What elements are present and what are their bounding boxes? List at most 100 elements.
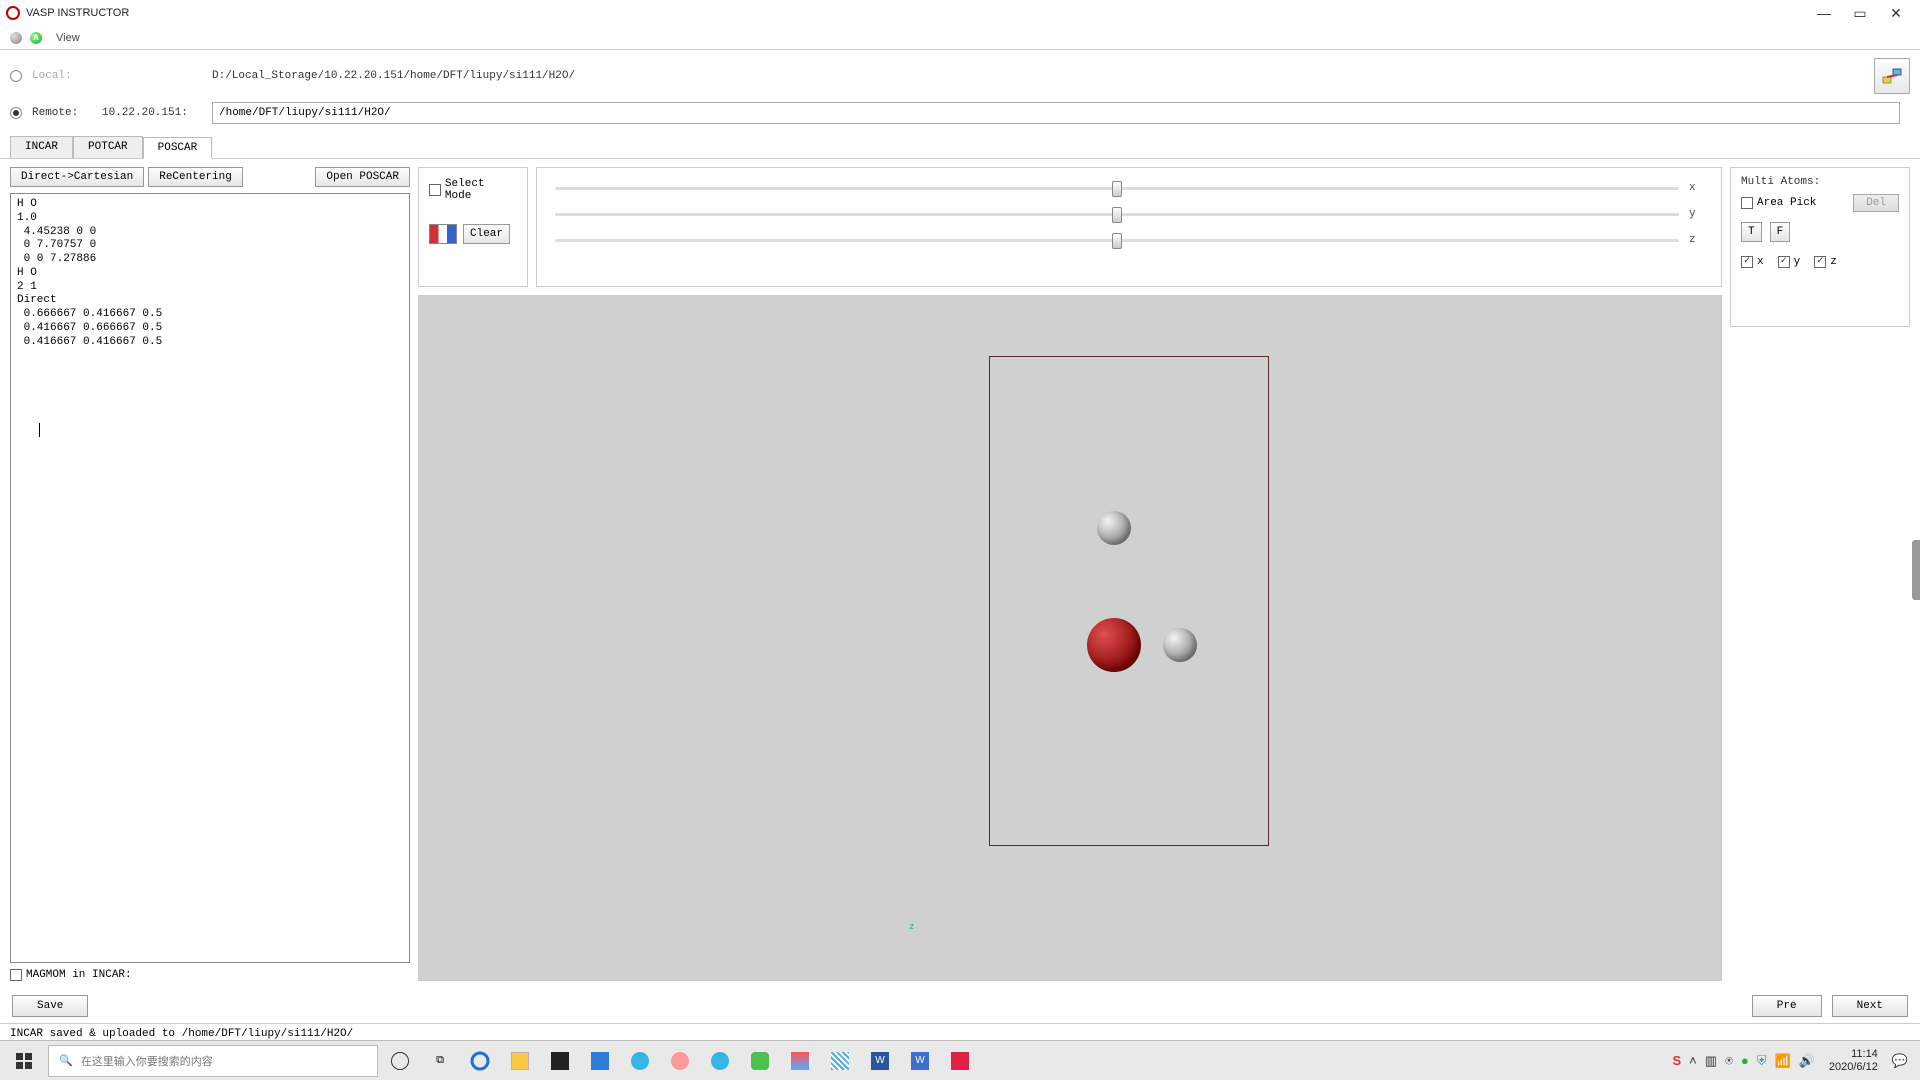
explorer-icon[interactable] xyxy=(502,1045,538,1077)
local-radio[interactable] xyxy=(10,70,22,82)
app-icon-6[interactable]: W xyxy=(902,1045,938,1077)
ime-icon[interactable]: S xyxy=(1673,1053,1682,1068)
area-pick-checkbox[interactable]: Area Pick xyxy=(1741,197,1816,209)
tab-incar[interactable]: INCAR xyxy=(10,136,73,158)
atom-h-2[interactable] xyxy=(1163,628,1197,662)
status-led-green: A xyxy=(30,32,42,44)
clock-time: 11:14 xyxy=(1829,1048,1878,1061)
checkbox-icon xyxy=(1741,197,1753,209)
save-button[interactable]: Save xyxy=(12,995,88,1017)
slider-y-row: y xyxy=(555,208,1703,220)
volume-icon[interactable]: 🔊 xyxy=(1799,1053,1815,1069)
minimize-button[interactable]: — xyxy=(1806,2,1842,24)
right-scroll-handle[interactable] xyxy=(1912,540,1920,600)
structure-viewer[interactable]: z xyxy=(418,295,1722,981)
checkbox-icon xyxy=(1741,256,1753,268)
slider-thumb-icon xyxy=(1112,181,1122,197)
windows-taskbar: 🔍 在这里输入你要搜索的内容 ⧉ W W S ˄ ▥ ⍟ ● ⛨ 📶 🔊 11:… xyxy=(0,1040,1920,1080)
remote-path-input[interactable] xyxy=(212,102,1900,124)
slider-x-row: x xyxy=(555,182,1703,194)
pre-button[interactable]: Pre xyxy=(1752,995,1822,1017)
f-button[interactable]: F xyxy=(1770,222,1791,242)
atom-h-1[interactable] xyxy=(1097,511,1131,545)
z-checkbox[interactable]: z xyxy=(1814,256,1837,268)
t-button[interactable]: T xyxy=(1741,222,1762,242)
titlebar: VASP INSTRUCTOR — ▭ ✕ xyxy=(0,0,1920,26)
window-title: VASP INSTRUCTOR xyxy=(26,7,129,19)
magmom-label: MAGMOM in INCAR: xyxy=(26,969,132,981)
word-icon[interactable]: W xyxy=(862,1045,898,1077)
search-icon: 🔍 xyxy=(59,1054,73,1067)
remote-radio[interactable] xyxy=(10,107,22,119)
control-row: Select Mode Clear x y z xyxy=(418,167,1722,287)
remote-path-row: Remote: 10.22.20.151: xyxy=(0,98,1920,132)
recentering-button[interactable]: ReCentering xyxy=(148,167,243,187)
app-icon-2[interactable] xyxy=(662,1045,698,1077)
magmom-checkbox[interactable]: MAGMOM in INCAR: xyxy=(10,969,410,981)
y-checkbox[interactable]: y xyxy=(1778,256,1801,268)
app-icon-1[interactable] xyxy=(622,1045,658,1077)
tray-green-icon[interactable]: ● xyxy=(1741,1053,1749,1068)
multi-atoms-title: Multi Atoms: xyxy=(1741,176,1899,188)
sliders-panel: x y z xyxy=(536,167,1722,287)
app-icon-4[interactable] xyxy=(782,1045,818,1077)
tab-poscar[interactable]: POSCAR xyxy=(143,137,213,159)
color-toggle-button[interactable] xyxy=(429,224,457,244)
clock-date: 2020/6/12 xyxy=(1829,1061,1878,1074)
app-icon-3[interactable] xyxy=(702,1045,738,1077)
app-icon-7[interactable] xyxy=(942,1045,978,1077)
poscar-textarea[interactable]: H O 1.0 4.45238 0 0 0 7.70757 0 0 0 7.27… xyxy=(10,193,410,963)
remote-ip: 10.22.20.151: xyxy=(102,107,202,119)
x-checkbox[interactable]: x xyxy=(1741,256,1764,268)
app-icon-5[interactable] xyxy=(822,1045,858,1077)
y-label: y xyxy=(1794,256,1801,268)
tray-chevron-icon[interactable]: ˄ xyxy=(1689,1053,1697,1068)
slider-x-label: x xyxy=(1689,182,1703,194)
edge-icon[interactable] xyxy=(462,1045,498,1077)
checkbox-icon xyxy=(1814,256,1826,268)
maximize-button[interactable]: ▭ xyxy=(1842,2,1878,24)
slider-z[interactable] xyxy=(555,239,1679,242)
tab-potcar[interactable]: POTCAR xyxy=(73,136,143,158)
slider-thumb-icon xyxy=(1112,233,1122,249)
local-path-row: Local: D:/Local_Storage/10.22.20.151/hom… xyxy=(0,50,1920,98)
z-label: z xyxy=(1830,256,1837,268)
store-icon[interactable] xyxy=(542,1045,578,1077)
slider-x[interactable] xyxy=(555,187,1679,190)
main-content: Direct->Cartesian ReCentering Open POSCA… xyxy=(0,159,1920,989)
close-button[interactable]: ✕ xyxy=(1878,2,1914,24)
taskbar-search[interactable]: 🔍 在这里输入你要搜索的内容 xyxy=(48,1045,378,1077)
axis-z-label: z xyxy=(909,922,914,932)
start-button[interactable] xyxy=(4,1045,44,1077)
open-poscar-button[interactable]: Open POSCAR xyxy=(315,167,410,187)
notifications-icon[interactable]: 💬 xyxy=(1892,1053,1908,1069)
status-led-grey xyxy=(10,32,22,44)
app-icon xyxy=(6,6,20,20)
tray-display-icon[interactable]: ▥ xyxy=(1705,1053,1717,1069)
select-mode-label: Select Mode xyxy=(445,178,517,202)
del-button[interactable]: Del xyxy=(1853,194,1899,212)
center-panel: Select Mode Clear x y z xyxy=(418,167,1722,981)
wechat-icon[interactable] xyxy=(742,1045,778,1077)
x-label: x xyxy=(1757,256,1764,268)
viewer-axis-label: z xyxy=(909,922,914,932)
atom-o-1[interactable] xyxy=(1087,618,1141,672)
tray-usb-icon[interactable]: ⍟ xyxy=(1725,1053,1733,1069)
vasp-instructor-taskbar-icon[interactable] xyxy=(982,1045,1018,1077)
remote-label: Remote: xyxy=(32,107,92,119)
taskbar-clock[interactable]: 11:14 2020/6/12 xyxy=(1823,1048,1884,1073)
cortana-icon[interactable] xyxy=(382,1045,418,1077)
connection-button[interactable] xyxy=(1874,58,1910,94)
next-button[interactable]: Next xyxy=(1832,995,1908,1017)
direct-cartesian-button[interactable]: Direct->Cartesian xyxy=(10,167,144,187)
poscar-toolbar: Direct->Cartesian ReCentering Open POSCA… xyxy=(10,167,410,187)
menu-view[interactable]: View xyxy=(50,30,86,46)
select-mode-checkbox[interactable]: Select Mode xyxy=(429,178,517,202)
mail-icon[interactable] xyxy=(582,1045,618,1077)
clear-button[interactable]: Clear xyxy=(463,224,510,244)
task-view-icon[interactable]: ⧉ xyxy=(422,1045,458,1077)
local-path-text: D:/Local_Storage/10.22.20.151/home/DFT/l… xyxy=(212,70,575,82)
tray-shield-icon[interactable]: ⛨ xyxy=(1757,1053,1767,1069)
wifi-icon[interactable]: 📶 xyxy=(1775,1053,1791,1069)
slider-y[interactable] xyxy=(555,213,1679,216)
